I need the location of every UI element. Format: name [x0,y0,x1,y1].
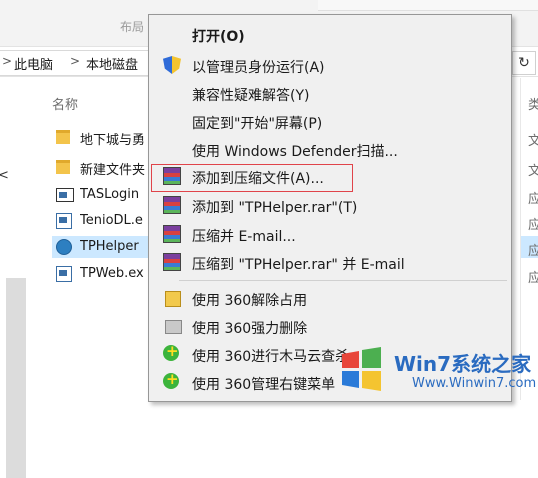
menu-item-label: 固定到"开始"屏幕(P) [192,116,323,132]
menu-item-label: 以管理员身份运行(A) [192,60,325,76]
uac-shield-icon [163,56,181,74]
column-header-type[interactable]: 类 [528,94,538,113]
menu-item-pin-to-start[interactable]: 固定到"开始"屏幕(P) [149,108,511,134]
file-name: TPWeb.ex [80,266,144,281]
file-name: 地下城与勇 [80,133,146,148]
file-name: TPHelper [80,239,139,254]
menu-item-label: 兼容性疑难解答(Y) [192,88,310,104]
file-row[interactable]: TenioDL.e [52,210,152,232]
ribbon-tab-layout[interactable]: 布局 [120,18,144,35]
360-unlock-icon [165,291,181,307]
windows-logo-watermark [342,347,381,391]
360-shred-icon [165,320,182,334]
menu-item-open[interactable]: 打开(O) [149,21,511,47]
file-type: 应 [528,218,538,233]
menu-item-label: 使用 360进行木马云查杀 [192,349,350,365]
menu-item-compress-email[interactable]: 压缩并 E-mail... [149,221,511,247]
file-row[interactable]: TASLogin [52,184,152,206]
file-type: 文 [528,164,538,179]
menu-item-label: 添加到压缩文件(A)... [192,171,324,187]
file-name: 新建文件夹 [80,163,146,178]
360-menu-icon [163,370,179,389]
file-name: TASLogin [80,187,140,202]
nav-scrollbar[interactable] [6,278,26,478]
file-type: 应 [528,192,538,207]
menu-item-label: 压缩到 "TPHelper.rar" 并 E-mail [192,257,405,273]
exe-icon [56,266,72,282]
ribbon-strip [318,0,538,11]
menu-item-run-as-admin[interactable]: 以管理员身份运行(A) [149,52,511,78]
file-type: 应 [528,271,538,286]
winrar-icon [163,196,181,214]
menu-item-label: 使用 360管理右键菜单 [192,377,336,393]
menu-item-defender-scan[interactable]: 使用 Windows Defender扫描... [149,136,511,162]
exe-icon [56,213,72,229]
breadcrumb-separator: > [70,54,81,68]
breadcrumb-separator: > [2,54,13,68]
menu-item-add-to-rar[interactable]: 添加到 "TPHelper.rar"(T) [149,192,511,218]
file-row[interactable]: TPWeb.ex [52,263,152,285]
file-name: TenioDL.e [80,213,143,228]
menu-item-label: 打开(O) [192,29,245,45]
menu-item-360-shred[interactable]: 使用 360强力删除 [149,313,511,339]
folder-icon [56,160,70,174]
file-type: 文 [528,134,538,149]
winrar-icon [163,253,181,271]
breadcrumb-local-disk[interactable]: 本地磁盘 [86,54,138,73]
menu-separator [179,280,507,281]
navigation-pane: < [0,78,40,478]
column-header-name[interactable]: 名称 [52,94,78,113]
file-row[interactable]: 地下城与勇 [52,126,152,148]
menu-item-label: 添加到 "TPHelper.rar"(T) [192,200,358,216]
menu-item-label: 使用 Windows Defender扫描... [192,144,398,160]
watermark-brand: Win7系统之家 [394,352,532,376]
window-exe-icon [56,188,74,202]
winrar-icon [163,167,181,185]
menu-item-compatibility[interactable]: 兼容性疑难解答(Y) [149,80,511,106]
file-type: 应 [528,244,538,259]
360-scan-icon [163,342,179,361]
menu-item-label: 使用 360解除占用 [192,293,308,309]
menu-item-label: 使用 360强力删除 [192,321,308,337]
winrar-icon [163,225,181,243]
tp-app-icon [56,239,72,255]
refresh-icon[interactable]: ↻ [512,51,536,75]
file-row-selected[interactable]: TPHelper [52,236,152,258]
menu-item-label: 压缩并 E-mail... [192,229,296,245]
folder-icon [56,130,70,144]
menu-item-360-unlock[interactable]: 使用 360解除占用 [149,285,511,311]
watermark-url: Www.Winwin7.com [412,376,537,391]
breadcrumb-this-pc[interactable]: 此电脑 [14,54,53,73]
file-row[interactable]: 新建文件夹 [52,156,152,178]
nav-collapse-icon[interactable]: < [0,168,9,183]
menu-item-add-to-archive[interactable]: 添加到压缩文件(A)... [149,163,511,192]
menu-item-compress-rar-email[interactable]: 压缩到 "TPHelper.rar" 并 E-mail [149,249,511,275]
context-menu: 打开(O) 以管理员身份运行(A) 兼容性疑难解答(Y) 固定到"开始"屏幕(P… [148,14,512,402]
